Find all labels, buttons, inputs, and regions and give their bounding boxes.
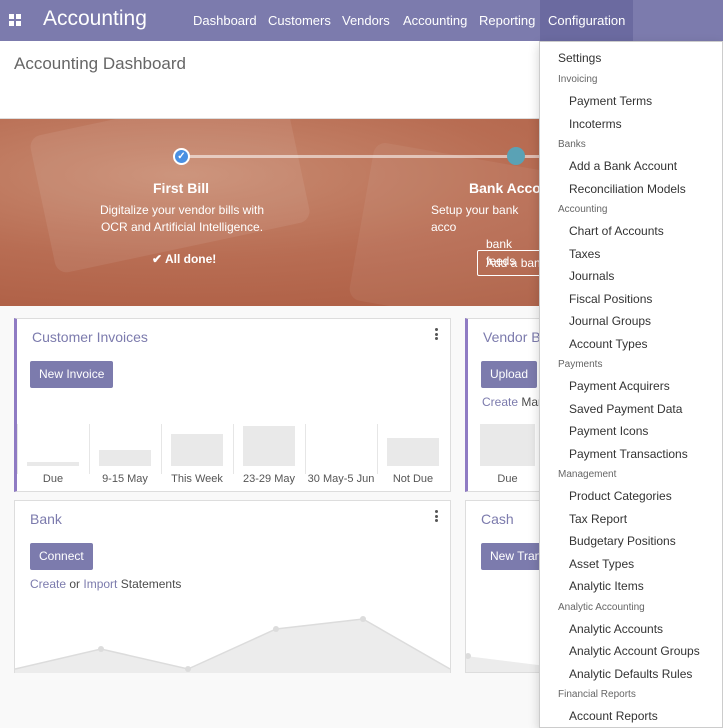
connect-button[interactable]: Connect <box>30 543 93 570</box>
step-first-bill-desc-line: Digitalize your vendor bills with <box>99 203 265 217</box>
dropdown-section-header: Banks <box>558 139 586 150</box>
dropdown-item-asset-types[interactable]: Asset Types <box>569 557 634 571</box>
or-text: or <box>66 577 84 591</box>
dropdown-item-payment-terms[interactable]: Payment Terms <box>569 94 652 108</box>
dropdown-section-header: Management <box>558 469 617 480</box>
create-bill-link[interactable]: Create <box>482 395 518 409</box>
top-navbar: Accounting Dashboard Customers Vendors A… <box>0 0 723 41</box>
new-invoice-button[interactable]: New Invoice <box>30 361 114 388</box>
new-transaction-button[interactable]: New Tran <box>481 543 544 570</box>
chart-gridline <box>161 424 162 474</box>
chart-gridline <box>305 424 306 474</box>
menu-vendors[interactable]: Vendors <box>342 13 390 28</box>
dropdown-item-journal-groups[interactable]: Journal Groups <box>569 314 651 328</box>
bank-balance-graph <box>15 616 450 673</box>
bank-card: Bank Connect Create or Import Statements <box>14 500 451 673</box>
dropdown-section-header: Payments <box>558 359 603 370</box>
vendor-create-line: Create Mar <box>482 395 542 409</box>
bank-title[interactable]: Bank <box>30 511 62 527</box>
aging-bar-label: 9-15 May <box>102 473 148 485</box>
step-pending-dot <box>507 147 525 165</box>
vendor-bar-label: Due <box>497 473 518 485</box>
menu-customers[interactable]: Customers <box>268 13 331 28</box>
done-label: All done! <box>164 252 217 266</box>
chart-gridline <box>17 424 18 474</box>
cash-card: Cash New Tran <box>465 500 545 673</box>
dropdown-item-analytic-accounts[interactable]: Analytic Accounts <box>569 622 663 636</box>
dropdown-item-tax-report[interactable]: Tax Report <box>569 512 627 526</box>
dropdown-item-incoterms[interactable]: Incoterms <box>569 117 622 131</box>
upload-button[interactable]: Upload <box>481 361 538 388</box>
menu-configuration[interactable]: Configuration <box>540 0 634 41</box>
menu-accounting[interactable]: Accounting <box>403 13 467 28</box>
dropdown-item-taxes[interactable]: Taxes <box>569 247 600 261</box>
cash-balance-graph <box>466 653 544 672</box>
aging-bar[interactable] <box>387 438 439 466</box>
chart-gridline <box>377 424 378 474</box>
aging-bar[interactable] <box>171 434 223 466</box>
dropdown-section-header: Financial Reports <box>558 689 636 700</box>
dropdown-item-payment-icons[interactable]: Payment Icons <box>569 424 648 438</box>
dropdown-item-budgetary-positions[interactable]: Budgetary Positions <box>569 534 676 548</box>
create-statement-link[interactable]: Create <box>30 577 66 591</box>
aging-bar[interactable] <box>243 426 295 466</box>
aging-bar[interactable] <box>99 450 151 466</box>
customer-invoices-title[interactable]: Customer Invoices <box>32 329 148 345</box>
vendor-bar <box>480 424 535 466</box>
menu-reporting[interactable]: Reporting <box>479 13 535 28</box>
step-done-check-icon: ✓ <box>173 148 190 165</box>
step-bank-title[interactable]: Bank Acco <box>469 180 541 196</box>
dropdown-item-analytic-items[interactable]: Analytic Items <box>569 579 644 593</box>
vendor-bills-title[interactable]: Vendor B <box>483 329 541 345</box>
import-statement-link[interactable]: Import <box>83 577 117 591</box>
dropdown-section-header: Invoicing <box>558 74 598 85</box>
dropdown-item-account-reports[interactable]: Account Reports <box>569 709 658 723</box>
dropdown-item-fiscal-positions[interactable]: Fiscal Positions <box>569 292 652 306</box>
dropdown-section-header: Analytic Accounting <box>558 601 645 613</box>
statements-text: Statements <box>117 577 182 591</box>
onboarding-progress-line <box>182 155 542 158</box>
dropdown-item-saved-payment-data[interactable]: Saved Payment Data <box>569 402 682 416</box>
vendor-bills-card: Vendor B Upload Create Mar Due <box>465 318 545 492</box>
dropdown-item-add-a-bank-account[interactable]: Add a Bank Account <box>569 159 677 173</box>
kebab-menu-icon[interactable] <box>435 328 438 340</box>
dropdown-item-analytic-account-groups[interactable]: Analytic Account Groups <box>569 644 700 658</box>
aging-bar-label: Due <box>42 473 64 485</box>
aging-bar[interactable] <box>27 462 79 466</box>
step-bank-desc-line: Setup your bank acco <box>431 203 519 234</box>
page-title: Accounting Dashboard <box>14 54 187 73</box>
step-first-bill-done: ✔ All done! <box>152 252 217 266</box>
customer-invoices-chart <box>17 424 449 474</box>
dropdown-item-product-categories[interactable]: Product Categories <box>569 489 672 503</box>
dropdown-item-settings[interactable]: Settings <box>558 51 601 65</box>
step-first-bill-desc-line: OCR and Artificial Intelligence. <box>100 220 264 234</box>
apps-grid-icon[interactable] <box>9 14 21 26</box>
menu-dashboard[interactable]: Dashboard <box>193 13 257 28</box>
dropdown-item-journals[interactable]: Journals <box>569 269 614 283</box>
dropdown-item-analytic-defaults-rules[interactable]: Analytic Defaults Rules <box>569 667 692 681</box>
customer-invoices-card: Customer Invoices New Invoice Due 9-15 Ma… <box>14 318 451 492</box>
step-first-bill-title[interactable]: First Bill <box>153 180 209 196</box>
aging-bar-label: This Week <box>171 473 223 485</box>
step-first-bill-desc: Digitalize your vendor bills with OCR an… <box>92 202 272 236</box>
dropdown-item-reconciliation-models[interactable]: Reconciliation Models <box>569 182 686 196</box>
dropdown-item-payment-transactions[interactable]: Payment Transactions <box>569 447 688 461</box>
chart-gridline <box>233 424 234 474</box>
aging-bar-label: 23-29 May <box>243 473 295 485</box>
aging-bar-label: Not Due <box>392 473 434 485</box>
configuration-dropdown: Settings Invoicing Payment Terms Incoterms B… <box>539 41 723 728</box>
dropdown-item-payment-acquirers[interactable]: Payment Acquirers <box>569 379 670 393</box>
app-brand[interactable]: Accounting <box>43 7 147 31</box>
dropdown-section-header: Accounting <box>558 204 608 215</box>
dropdown-item-account-types[interactable]: Account Types <box>569 337 648 351</box>
dropdown-item-chart-of-accounts[interactable]: Chart of Accounts <box>569 224 664 238</box>
cash-title[interactable]: Cash <box>481 511 514 527</box>
aging-bar-label: 30 May-5 Jun <box>307 473 375 485</box>
bank-statement-line: Create or Import Statements <box>30 577 181 591</box>
chart-gridline <box>89 424 90 474</box>
kebab-menu-icon[interactable] <box>435 510 438 522</box>
